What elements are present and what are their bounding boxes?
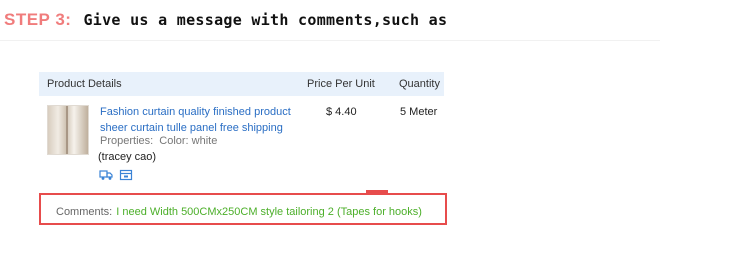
product-title-line-2[interactable]: sheer curtain tulle panel free shipping — [100, 120, 300, 136]
step-label: STEP 3: — [4, 10, 72, 29]
step-header: STEP 3: Give us a message with comments,… — [4, 10, 447, 34]
order-row: Fashion curtain quality finished product… — [39, 72, 444, 192]
product-thumbnail[interactable] — [47, 105, 89, 155]
comments-text: I need Width 500CMx250CM style tailoring… — [116, 206, 422, 218]
step-instruction: Give us a message with comments,such as — [83, 11, 448, 29]
quantity: 5 Meter — [400, 106, 438, 118]
unit-price: $ 4.40 — [326, 106, 357, 118]
product-properties: Properties: Color: white — [100, 135, 217, 147]
header-divider — [0, 40, 660, 41]
product-icons — [99, 168, 133, 181]
product-title-line-1[interactable]: Fashion curtain quality finished product — [100, 104, 300, 120]
store-icon[interactable] — [119, 168, 133, 181]
product-title-link[interactable]: Fashion curtain quality finished product… — [100, 104, 300, 136]
comments-label: Comments: — [56, 206, 113, 218]
buyer-name: (tracey cao) — [98, 151, 157, 163]
properties-label: Properties: — [100, 135, 154, 147]
shipping-truck-icon[interactable] — [99, 168, 113, 180]
comments-row: Comments: I need Width 500CMx250CM style… — [56, 206, 422, 218]
properties-value: Color: white — [159, 135, 218, 147]
